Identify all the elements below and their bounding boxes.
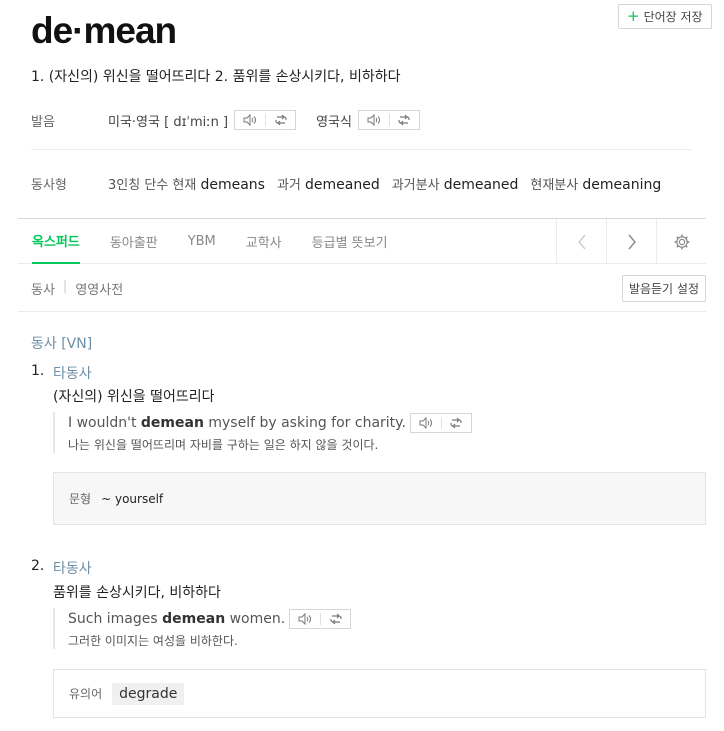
pattern-value: ~ yourself — [101, 491, 164, 506]
sense-number: 2. — [31, 558, 45, 574]
example: Such images demean women. 그러한 이미지는 여성을 비… — [53, 608, 352, 649]
sense-pos: 타동사 — [53, 366, 92, 382]
verb-form-item: 과거 demeaned — [276, 177, 380, 193]
divider — [18, 311, 706, 312]
repeat-icon[interactable] — [440, 417, 471, 429]
repeat-icon[interactable] — [388, 114, 419, 126]
repeat-icon[interactable] — [320, 613, 350, 625]
save-button-label: 단어장 저장 — [643, 10, 703, 24]
tab-level-meaning[interactable]: 등급별 뜻보기 — [312, 218, 388, 264]
example: I wouldn't demean myself by asking for c… — [53, 412, 472, 453]
example-korean: 그러한 이미지는 여성을 비하한다. — [68, 634, 238, 648]
verb-form-item: 현재분사 demeaning — [530, 177, 662, 193]
sub-tab-verb[interactable]: 동사 — [31, 279, 55, 298]
pattern-label: 문형 — [69, 492, 92, 506]
headword: de·mean — [31, 10, 177, 51]
divider — [31, 149, 692, 150]
pronunciation-row: 미국·영국 [ dɪˈmiːn ] 영국식 — [108, 110, 420, 130]
example-english: I wouldn't demean myself by asking for c… — [68, 412, 472, 434]
example-korean: 나는 위신을 떨어뜨리며 자비를 구하는 일은 하지 않을 것이다. — [68, 438, 379, 452]
pos-header: 동사 [VN] — [31, 336, 93, 352]
us-audio-controls — [234, 110, 297, 130]
speaker-icon[interactable] — [411, 417, 441, 429]
chevron-right-icon[interactable] — [606, 219, 656, 264]
sense-definition: (자신의) 위신을 떨어뜨리다 — [53, 389, 215, 405]
speaker-icon[interactable] — [359, 114, 389, 126]
gear-icon[interactable] — [656, 219, 706, 264]
chevron-left-icon[interactable] — [556, 219, 606, 264]
example-english: Such images demean women. — [68, 608, 352, 630]
synonym-box: 유의어 degrade — [53, 669, 706, 718]
verb-forms-row: 3인칭 단수 현재 demeans 과거 demeaned 과거분사 demea… — [108, 174, 661, 193]
tab-ybm[interactable]: YBM — [188, 218, 216, 264]
uk-label: 영국식 — [316, 114, 352, 130]
tab-oxford[interactable]: 옥스퍼드 — [32, 218, 80, 264]
example-audio-controls — [409, 413, 472, 433]
example-audio-controls — [289, 609, 352, 629]
speaker-icon[interactable] — [290, 613, 320, 625]
us-uk-label: 미국·영국 [ dɪˈmiːn ] — [108, 114, 229, 130]
sentence-pattern-box: 문형 ~ yourself — [53, 472, 706, 525]
repeat-icon[interactable] — [265, 114, 295, 126]
sense-definition: 품위를 손상시키다, 비하하다 — [53, 585, 221, 601]
meaning-summary: 1. (자신의) 위신을 떨어뜨리다 2. 품위를 손상시키다, 비하하다 — [31, 69, 401, 85]
pronunciation-settings-button[interactable]: 발음듣기 설정 — [621, 275, 706, 302]
sub-tab-english-english[interactable]: 영영사전 — [75, 279, 123, 298]
plus-icon: + — [627, 7, 640, 25]
save-to-wordbook-button[interactable]: + 단어장 저장 — [618, 4, 712, 29]
pronunciation-label: 발음 — [31, 115, 55, 130]
tab-donga[interactable]: 동아출판 — [110, 218, 158, 264]
verb-form-item: 과거분사 demeaned — [391, 177, 519, 193]
sense-number: 1. — [31, 363, 45, 379]
speaker-icon[interactable] — [235, 114, 265, 126]
synonym-chip[interactable]: degrade — [112, 682, 185, 705]
dictionary-tabs: 옥스퍼드 동아출판 YBM 교학사 등급별 뜻보기 — [18, 218, 706, 264]
synonym-label: 유의어 — [69, 687, 103, 701]
sub-tabs: 동사 | 영영사전 — [31, 279, 123, 298]
uk-audio-controls — [357, 110, 420, 130]
verb-forms-label: 동사형 — [31, 178, 67, 193]
tab-controls — [556, 219, 706, 264]
verb-form-item: 3인칭 단수 현재 demeans — [108, 177, 265, 193]
sense-pos: 타동사 — [53, 561, 92, 577]
tab-kyohak[interactable]: 교학사 — [246, 218, 282, 264]
divider: | — [62, 279, 68, 294]
